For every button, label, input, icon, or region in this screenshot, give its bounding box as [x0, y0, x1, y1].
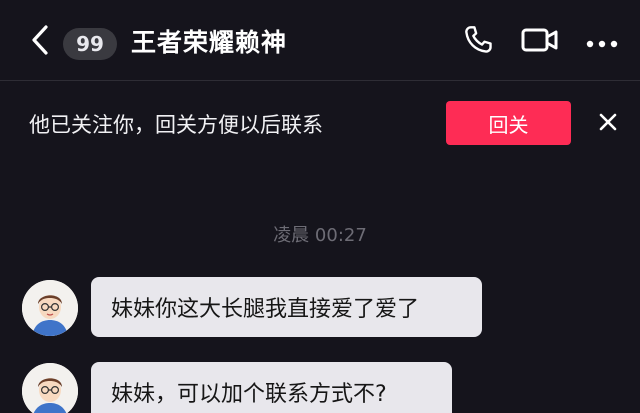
chat-title: 王者荣耀赖神: [131, 28, 288, 57]
avatar[interactable]: [22, 280, 78, 336]
chat-header: 99 王者荣耀赖神: [0, 0, 640, 80]
video-camera-icon: [521, 25, 559, 59]
more-icon: [586, 33, 618, 52]
phone-icon: [462, 24, 494, 60]
follow-back-button[interactable]: 回关: [446, 101, 571, 145]
video-call-button[interactable]: [518, 24, 562, 60]
message-bubble[interactable]: 妹妹，可以加个联系方式不?: [91, 362, 452, 413]
message-bubble[interactable]: 妹妹你这大长腿我直接爱了爱了: [91, 277, 482, 337]
message-timestamp: 凌晨 00:27: [273, 225, 367, 246]
close-banner-button[interactable]: [592, 108, 624, 140]
unread-count-badge[interactable]: 99: [63, 28, 117, 60]
voice-call-button[interactable]: [458, 24, 498, 60]
header-divider: [0, 80, 640, 81]
more-options-button[interactable]: [582, 24, 622, 60]
chat-screen: 99 王者荣耀赖神 他已关注你，回关方便以后联系 回关 凌晨 00:27 妹妹你…: [0, 0, 640, 413]
avatar[interactable]: [22, 363, 78, 413]
back-button[interactable]: [26, 24, 54, 60]
back-icon: [30, 24, 50, 60]
follow-back-prompt: 他已关注你，回关方便以后联系: [29, 113, 323, 137]
close-icon: [599, 113, 617, 135]
